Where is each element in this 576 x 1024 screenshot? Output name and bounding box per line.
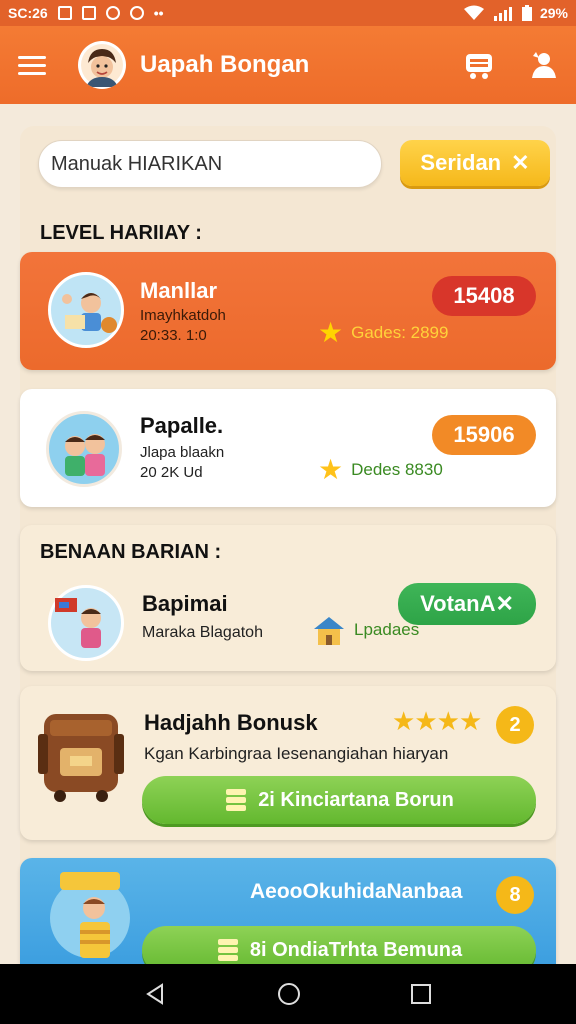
card-sub-line2: 20 2K Ud (140, 464, 203, 481)
search-button-label: Seridan (420, 150, 502, 175)
claim-reward-label: 2i Kinciartana Borun (258, 788, 454, 811)
card-name: Manllar (140, 278, 218, 303)
card-sub-line1: Imayhkatdoh (140, 307, 226, 324)
treasure-chest-icon (38, 714, 124, 802)
wifi-icon (463, 5, 484, 20)
player-illustration (48, 272, 124, 348)
leaderboard-card[interactable]: Manllar Imayhkatdoh 20:33. 1:0 15408 ★ G… (20, 252, 556, 370)
battery-icon (521, 5, 532, 21)
house-icon (314, 617, 344, 645)
coin-stack-icon (226, 789, 247, 811)
status-time: SC:26 (8, 5, 48, 21)
search-row: Manuak HIARIKAN Seridan ✕ (38, 140, 550, 190)
bonus-illustration (48, 585, 124, 661)
app-notification-icon (129, 6, 144, 20)
card-sub-line1: Jlapa blaakn (140, 444, 225, 461)
section-title-bonus: BENAAN BARIAN : (40, 541, 222, 563)
card-meta: ★ Gades: 2899 (318, 316, 448, 349)
clock-icon (105, 6, 120, 20)
star-icon: ★ (436, 706, 460, 736)
card-name: Papalle. (140, 413, 224, 438)
status-bar: SC:26 •• 29% (0, 0, 576, 26)
home-icon[interactable] (277, 982, 301, 1006)
reward-badge: 2 (496, 706, 534, 744)
star-icon: ★ (458, 706, 482, 736)
recents-icon[interactable] (410, 983, 432, 1005)
search-input[interactable]: Manuak HIARIKAN (38, 140, 382, 188)
close-icon: ✕ (495, 591, 514, 616)
reward-title: Hadjahh Bonusk (144, 710, 318, 735)
system-nav-bar (0, 964, 576, 1024)
reward-description: Kgan Karbingraa Iesenangiahan hiaryan (144, 744, 449, 763)
promo-button-label: 8i OndiaTrhta Bemuna (249, 938, 463, 961)
star-icon: ★ (414, 706, 437, 736)
leaderboard-card[interactable]: Papalle. Jlapa blaakn 20 2K Ud 15906 ★ D… (20, 389, 556, 507)
section-title-level: LEVEL HARIIAY : (40, 222, 202, 244)
menu-icon[interactable] (18, 55, 46, 75)
battery-level: 29% (539, 5, 568, 21)
reward-card[interactable]: Hadjahh Bonusk ★★★★ 2 Kgan Karbingraa Ie… (20, 686, 556, 840)
player-illustration (46, 411, 122, 487)
claim-button[interactable]: VotanA ✕ (398, 583, 536, 625)
card-meta-label: Gades: 2899 (351, 322, 449, 342)
avatar[interactable] (78, 41, 126, 89)
claim-button-label: VotanA (420, 591, 496, 616)
profile-icon[interactable] (528, 50, 558, 80)
app-bar: Uapah Bongan (0, 26, 576, 104)
claim-reward-button[interactable]: 2i Kinciartana Borun (142, 776, 536, 824)
promo-badge: 8 (496, 876, 534, 914)
promo-illustration (50, 872, 130, 958)
gallery-icon (57, 6, 72, 20)
app-title: Uapah Bongan (140, 51, 310, 78)
signal-icon (493, 7, 512, 21)
star-icon: ★ (318, 454, 344, 485)
bonus-name: Bapimai (142, 591, 228, 616)
promo-card[interactable]: AeooOkuhidaNanbaa 8 8i OndiaTrhta Bemuna (20, 858, 556, 974)
star-icon: ★ (318, 317, 344, 348)
promo-title: AeooOkuhidaNanbaa (250, 880, 463, 903)
score-badge: 15906 (432, 415, 536, 455)
coin-stack-icon (217, 939, 238, 961)
cart-icon[interactable] (464, 50, 494, 80)
card-sub-line2: 20:33. 1:0 (140, 327, 207, 344)
card-subtitle: Imayhkatdoh 20:33. 1:0 (140, 306, 226, 346)
card-subtitle: Jlapa blaakn 20 2K Ud (140, 443, 224, 483)
search-button[interactable]: Seridan ✕ (400, 140, 550, 186)
back-icon[interactable] (144, 982, 168, 1006)
star-icon: ★ (392, 706, 415, 736)
card-meta-label: Dedes 8830 (351, 459, 443, 479)
close-icon: ✕ (511, 150, 530, 175)
card-meta: ★ Dedes 8830 (318, 453, 443, 486)
bonus-subtitle: Maraka Blagatoh (142, 624, 263, 641)
score-badge: 15408 (432, 276, 536, 316)
more-notifications-icon: •• (153, 5, 164, 21)
notification-icon (81, 6, 96, 20)
reward-stars: ★★★★ (392, 706, 482, 737)
bonus-card[interactable]: BENAAN BARIAN : Bapimai Maraka Blagatoh … (20, 525, 556, 671)
